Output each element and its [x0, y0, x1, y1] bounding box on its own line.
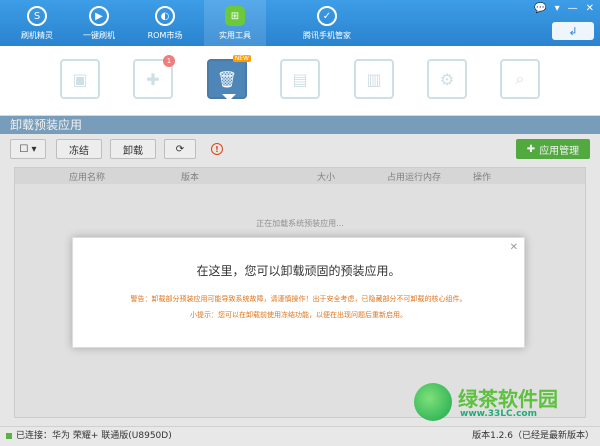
dialog-title: 在这里，您可以卸载顽固的预装应用。 [196, 264, 401, 278]
window-controls: 💬 ▾ — ✕ [534, 3, 594, 14]
tool-bag[interactable]: ▣ [60, 59, 100, 99]
tool-puzzle[interactable]: ✚ 1 [133, 55, 175, 99]
nav-item-tencent-manager[interactable]: ✓ 腾讯手机管家 [300, 0, 354, 46]
tool-doc-edit[interactable]: ▥ [354, 59, 394, 99]
top-nav: S 刷机精灵 ▶ 一键刷机 ◐ ROM市场 ⊞ 实用工具 ✓ 腾讯手机管家 💬 … [0, 0, 600, 46]
nav-item-rom-market[interactable]: ◐ ROM市场 [138, 0, 192, 46]
dialog-warning: 警告：卸载部分预装应用可能导致系统故障，请谨慎操作！出于安全考虑，已隐藏部分不可… [130, 295, 467, 303]
tool-settings-doc[interactable]: ⚙ [427, 59, 467, 99]
bag-icon: ▣ [72, 69, 88, 89]
shield-icon: ✓ [317, 6, 337, 26]
android-icon: ◐ [155, 6, 175, 26]
version-status: 版本1.2.6（已经是最新版本） [472, 431, 594, 441]
tool-search-doc[interactable]: ⌕ [500, 59, 540, 99]
nav-item-tools[interactable]: ⊞ 实用工具 [204, 0, 266, 46]
nav-item-one-click-flash[interactable]: ▶ 一键刷机 [72, 0, 126, 46]
dialog-tip: 小提示：您可以在卸载前使用冻结功能，以便在出现问题后重新启用。 [190, 311, 407, 319]
doc-icon: ▤ [292, 69, 308, 89]
doc-edit-icon: ▥ [366, 69, 382, 89]
tool-row: ▣ ✚ 1 🗑 NEW ▤ ▥ ⚙ ⌕ [0, 46, 600, 116]
watermark-logo [414, 383, 452, 421]
grid-icon: ⊞ [225, 6, 245, 26]
minimize-icon[interactable]: — [568, 3, 578, 14]
close-icon[interactable]: ✕ [586, 3, 594, 14]
watermark-text: 绿茶软件园 [458, 387, 558, 411]
back-button[interactable]: ↲ [552, 22, 594, 40]
nav-item-shuaji-jingling[interactable]: S 刷机精灵 [10, 0, 64, 46]
nav-label: ROM市场 [147, 31, 183, 40]
puzzle-icon: ✚ [146, 69, 160, 89]
status-bar: 已连接：华为 荣耀+ 联通版(U8950D) 版本1.2.6（已经是最新版本） [0, 426, 600, 446]
return-icon: ↲ [568, 24, 578, 38]
new-tag: NEW [232, 55, 251, 62]
watermark-url: www.33LC.com [460, 409, 537, 419]
watermark: 绿茶软件园 www.33LC.com [414, 381, 596, 423]
feedback-icon[interactable]: 💬 [534, 3, 546, 14]
tool-uninstall[interactable]: 🗑 NEW [207, 55, 251, 101]
search-doc-icon: ⌕ [515, 69, 525, 88]
menu-icon[interactable]: ▾ [555, 3, 560, 14]
info-dialog: ✕ 在这里，您可以卸载顽固的预装应用。 警告：卸载部分预装应用可能导致系统故障，… [72, 237, 525, 348]
settings-doc-icon: ⚙ [439, 69, 455, 89]
nav-label: 实用工具 [219, 31, 251, 40]
connection-status: 已连接：华为 荣耀+ 联通版(U8950D) [16, 431, 172, 441]
nav-label: 一键刷机 [83, 31, 115, 40]
connection-icon [6, 433, 12, 439]
nav-label: 刷机精灵 [21, 31, 53, 40]
logo-icon: S [27, 6, 47, 26]
notification-badge: 1 [163, 55, 175, 67]
close-icon[interactable]: ✕ [510, 242, 518, 253]
nav-label: 腾讯手机管家 [303, 31, 351, 40]
tool-doc[interactable]: ▤ [280, 59, 320, 99]
trash-icon: 🗑 [216, 69, 238, 89]
play-icon: ▶ [89, 6, 109, 26]
